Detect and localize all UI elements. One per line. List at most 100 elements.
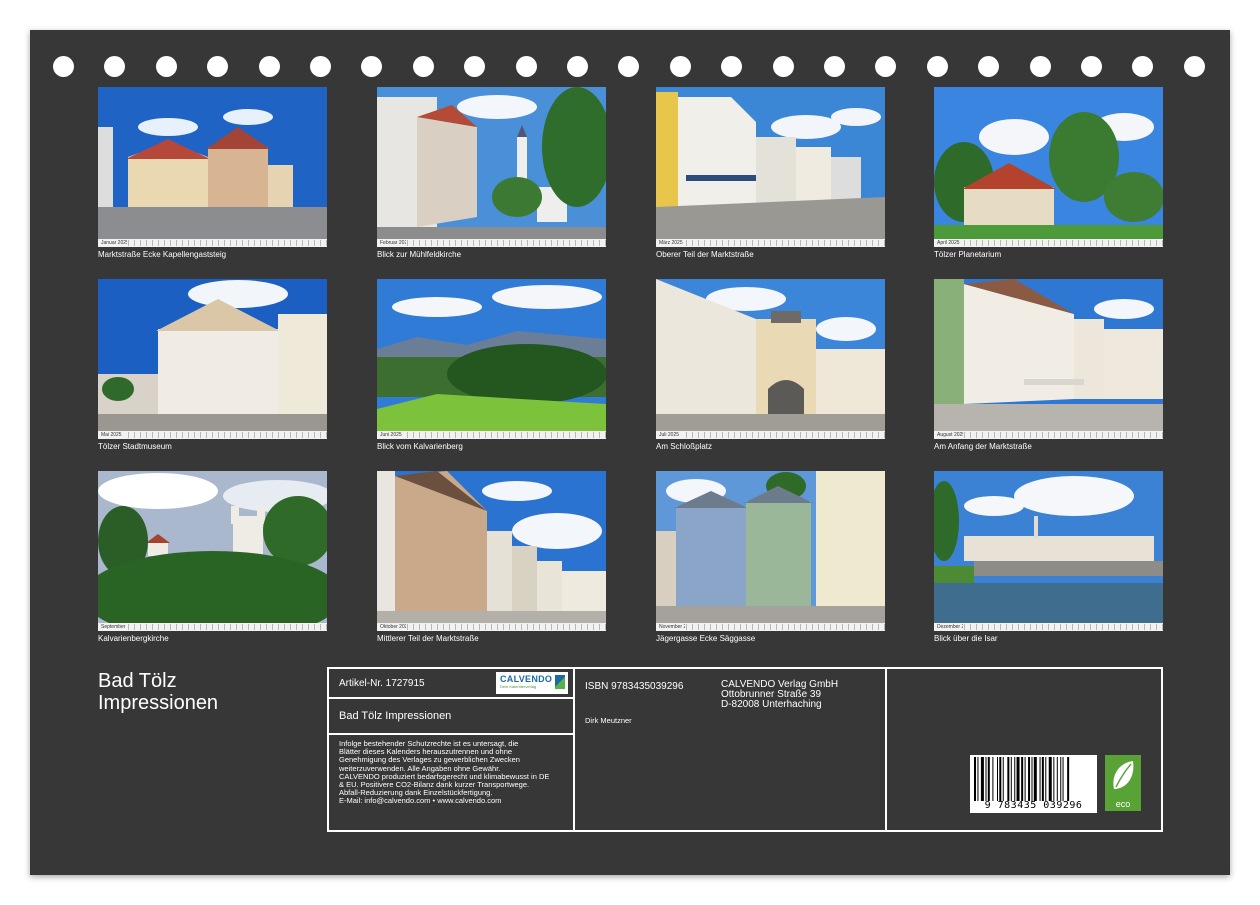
photo-image	[377, 279, 606, 439]
binding-hole	[155, 56, 177, 77]
binding-hole	[104, 56, 126, 77]
month-label: Oktober 2025	[380, 624, 406, 630]
day-cells	[407, 240, 606, 246]
info-panel: Artikel-Nr. 1727915 CALVENDO Dein Kalend…	[327, 667, 1163, 832]
month-label: November 2025	[659, 624, 685, 630]
legal-line: E-Mail: info@calvendo.com • www.calvendo…	[339, 796, 502, 806]
binding-hole	[567, 56, 588, 77]
calendar-day-strip: September 2025	[98, 623, 327, 631]
calendar-day-strip: März 2025	[656, 239, 885, 247]
month-photo: November 2025	[656, 471, 885, 631]
calendar-day-strip: Januar 2025	[98, 239, 327, 247]
month-photo: April 2025	[934, 87, 1163, 247]
month-photo: Oktober 2025	[377, 471, 606, 631]
photo-caption: Am Schloßplatz	[656, 442, 713, 451]
isbn: ISBN 9783435039296	[585, 681, 684, 692]
photo-caption: Am Anfang der Marktstraße	[934, 442, 1032, 451]
isbn-barcode: 9 783435 039296	[970, 755, 1097, 813]
photo-image	[934, 279, 1163, 439]
month-photo: Dezember 2025	[934, 471, 1163, 631]
binding-hole	[207, 56, 229, 77]
photo-caption: Kalvarienbergkirche	[98, 634, 169, 643]
leaf-icon	[1113, 761, 1134, 789]
calendar-day-strip: August 2025	[934, 431, 1163, 439]
calendar-day-strip: Februar 2025	[377, 239, 606, 247]
calendar-day-strip: April 2025	[934, 239, 1163, 247]
calendar-day-strip: Dezember 2025	[934, 623, 1163, 631]
photo-image	[98, 87, 327, 247]
binding-hole	[1183, 56, 1205, 77]
binding-hole	[361, 56, 383, 77]
day-cells	[686, 432, 885, 438]
month-photo: Juli 2025	[656, 279, 885, 439]
calvendo-logo-sub: Dein Kalenderverlag	[500, 684, 537, 689]
month-label: Juli 2025	[659, 432, 680, 438]
binding-hole	[464, 56, 486, 77]
binding-hole	[258, 56, 280, 77]
article-row: Artikel-Nr. 1727915 CALVENDO Dein Kalend…	[329, 669, 573, 699]
info-column-article: Artikel-Nr. 1727915 CALVENDO Dein Kalend…	[329, 669, 575, 830]
binding-hole	[824, 56, 845, 77]
photo-caption: Mittlerer Teil der Marktstraße	[377, 634, 479, 643]
photo-caption: Blick zur Mühlfeldkirche	[377, 250, 462, 259]
photo-caption: Blick vom Kalvarienberg	[377, 442, 463, 451]
calvendo-flag-icon	[555, 675, 565, 689]
day-cells	[407, 624, 606, 630]
photo-caption: Jägergasse Ecke Säggasse	[656, 634, 756, 643]
binding-hole	[926, 56, 948, 77]
month-label: April 2025	[937, 240, 960, 246]
photo-image	[656, 87, 885, 247]
binding-hole	[721, 56, 743, 77]
month-label: September 2025	[101, 624, 127, 630]
publisher-line: D-82008 Unterhaching	[721, 699, 822, 710]
barcode-bars	[974, 757, 1070, 801]
calvendo-logo-name: CALVENDO	[500, 674, 553, 684]
month-label: Mai 2025	[101, 432, 122, 438]
photo-caption: Marktstraße Ecke Kapellengaststeig	[98, 250, 227, 259]
calendar-day-strip: Oktober 2025	[377, 623, 606, 631]
photo-caption: Tölzer Planetarium	[934, 250, 1002, 259]
article-number: Artikel-Nr. 1727915	[339, 678, 425, 689]
month-photo: Februar 2025	[377, 87, 606, 247]
binding-hole	[412, 56, 434, 77]
calendar-day-strip: Mai 2025	[98, 431, 327, 439]
binding-hole	[618, 56, 640, 77]
photo-caption: Tölzer Stadtmuseum	[98, 442, 172, 451]
month-label: Juni 2025	[380, 432, 402, 438]
day-cells	[686, 240, 885, 246]
binding-hole	[772, 56, 794, 77]
photo-image	[656, 471, 885, 631]
calendar-day-strip: November 2025	[656, 623, 885, 631]
calvendo-logo: CALVENDO Dein Kalenderverlag	[496, 672, 568, 694]
product-title-row: Bad Tölz Impressionen	[329, 699, 573, 735]
calendar-day-strip: Juni 2025	[377, 431, 606, 439]
product-title: Bad Tölz Impressionen	[339, 710, 452, 722]
binding-hole	[875, 56, 897, 77]
month-label: Dezember 2025	[937, 624, 963, 630]
month-photo: Mai 2025	[98, 279, 327, 439]
photo-image	[98, 279, 327, 439]
photo-image	[98, 471, 327, 631]
photo-image	[934, 471, 1163, 631]
calendar-day-strip: Juli 2025	[656, 431, 885, 439]
photo-image	[377, 87, 606, 247]
day-cells	[686, 624, 885, 630]
day-cells	[964, 432, 1163, 438]
barcode-digits: 9 783435 039296	[984, 800, 1083, 811]
publisher-address: CALVENDO Verlag GmbH Ottobrunner Straße 3…	[721, 680, 838, 710]
binding-hole	[978, 56, 1000, 77]
photo-image	[377, 471, 606, 631]
month-photo: Januar 2025	[98, 87, 327, 247]
month-photo: Juni 2025	[377, 279, 606, 439]
month-label: Januar 2025	[101, 240, 127, 246]
month-label: August 2025	[937, 432, 963, 438]
photo-caption: Oberer Teil der Marktstraße	[656, 250, 754, 259]
binding-hole	[1029, 56, 1051, 77]
binding-hole	[669, 56, 691, 77]
eco-label: eco	[1115, 799, 1131, 809]
month-label: Februar 2025	[380, 240, 406, 246]
legal-notice: Infolge bestehender Schutzrechte ist es …	[339, 739, 569, 806]
day-cells	[128, 624, 327, 630]
photo-caption: Blick über die Isar	[934, 634, 998, 643]
month-photo: September 2025	[98, 471, 327, 631]
